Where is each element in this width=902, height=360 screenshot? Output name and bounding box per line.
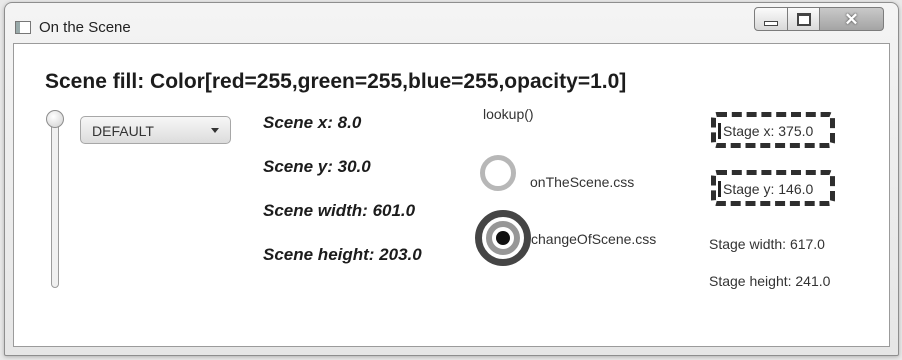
minimize-button[interactable] (754, 7, 788, 31)
chevron-down-icon (211, 128, 219, 133)
radio-changeofscene-label[interactable]: changeOfScene.css (531, 231, 656, 247)
radio-onthescene-css[interactable] (480, 155, 516, 191)
stage-height-label: Stage height: 241.0 (709, 273, 831, 289)
stage-x-label: Stage x: 375.0 (723, 123, 814, 139)
radio-onthescene-label[interactable]: onTheScene.css (530, 174, 634, 190)
scene-width-label: Scene width: 601.0 (263, 201, 416, 220)
scene-fill-label: Scene fill: Color[red=255,green=255,blue… (45, 70, 627, 93)
close-button[interactable]: ✕ (820, 7, 884, 31)
radio-changeofscene-css[interactable] (475, 210, 531, 266)
app-window: On the Scene ✕ Scene fill: Color[red=255… (4, 2, 899, 356)
window-title: On the Scene (39, 19, 131, 36)
scene-content: Scene fill: Color[red=255,green=255,blue… (13, 43, 890, 347)
stage-y-label: Stage y: 146.0 (723, 181, 814, 197)
combo-selected-value: DEFAULT (92, 123, 154, 139)
vertical-slider-track[interactable] (51, 120, 59, 288)
scene-y-label: Scene y: 30.0 (263, 157, 371, 176)
window-icon[interactable] (15, 21, 31, 34)
vertical-slider-thumb[interactable] (46, 110, 64, 128)
stage-y-box: Stage y: 146.0 (711, 170, 835, 206)
lookup-label: lookup() (483, 106, 534, 122)
text-cursor-icon (718, 123, 721, 139)
maximize-button[interactable] (788, 7, 820, 31)
radio-selected-dot (496, 231, 510, 245)
stage-x-box: Stage x: 375.0 (711, 112, 835, 148)
scene-height-label: Scene height: 203.0 (263, 245, 422, 264)
stage-width-label: Stage width: 617.0 (709, 236, 825, 252)
cursor-combo-box[interactable]: DEFAULT (80, 116, 231, 144)
scene-x-label: Scene x: 8.0 (263, 113, 362, 132)
minimize-icon (764, 20, 778, 26)
text-cursor-icon (718, 181, 721, 197)
maximize-icon (796, 12, 811, 26)
close-icon: ✕ (844, 9, 859, 29)
